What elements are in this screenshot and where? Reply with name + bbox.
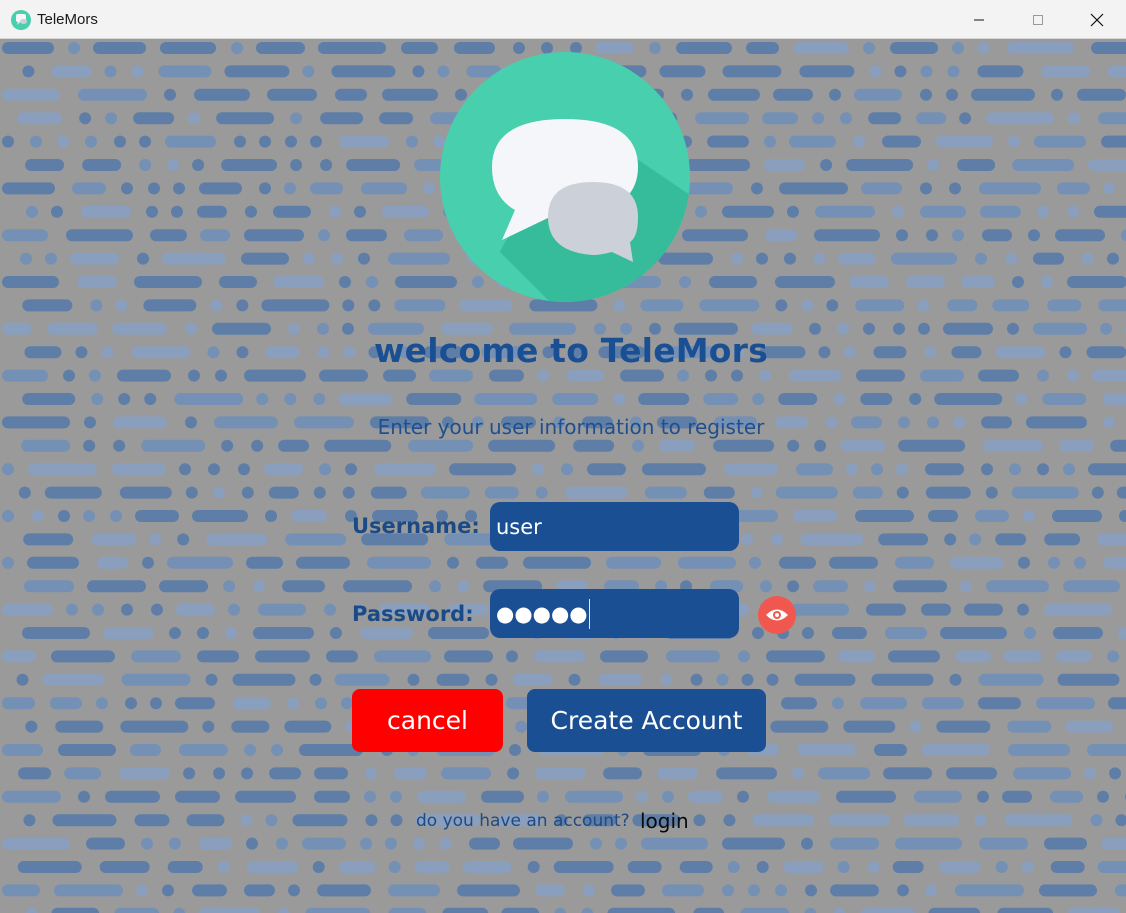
register-subtitle: Enter your user information to register	[377, 415, 765, 439]
password-label: Password:	[352, 602, 474, 626]
window-title: TeleMors	[37, 11, 98, 28]
password-value: ●●●●●	[496, 601, 588, 626]
create-account-button[interactable]: Create Account	[527, 689, 766, 752]
close-icon	[1090, 13, 1104, 26]
login-link[interactable]: login	[640, 809, 689, 833]
text-cursor	[588, 598, 590, 629]
eye-icon	[766, 609, 788, 621]
app-window: TeleMors welcome to TeleMors Enter your …	[0, 0, 1126, 913]
minimize-button[interactable]	[950, 0, 1008, 39]
maximize-icon	[1033, 14, 1043, 25]
maximize-button[interactable]	[1009, 0, 1067, 39]
minimize-icon	[974, 19, 984, 20]
username-label: Username:	[352, 514, 480, 538]
password-field[interactable]: ●●●●●	[490, 589, 739, 638]
welcome-heading: welcome to TeleMors	[373, 331, 769, 370]
register-panel: welcome to TeleMors Enter your user info…	[0, 39, 1126, 913]
close-button[interactable]	[1068, 0, 1126, 39]
username-value: user	[496, 514, 542, 539]
cancel-button[interactable]: cancel	[352, 689, 503, 752]
have-account-question: do you have an account?	[416, 811, 630, 831]
username-field[interactable]: user	[490, 502, 739, 551]
show-password-button[interactable]	[758, 596, 796, 634]
chat-bubble-icon	[11, 10, 31, 30]
telemors-chat-logo	[440, 52, 690, 302]
title-bar: TeleMors	[0, 0, 1126, 39]
